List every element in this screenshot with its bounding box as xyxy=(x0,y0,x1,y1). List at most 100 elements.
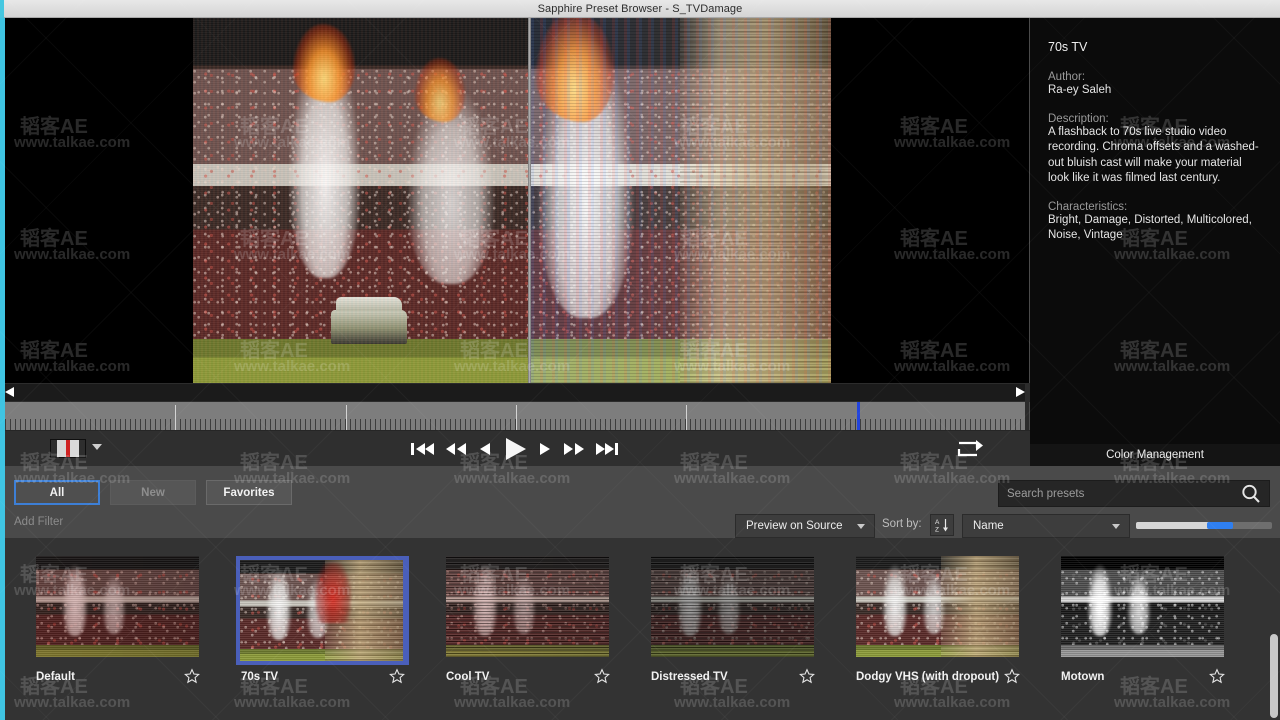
preset-grid: Default 70s TV Cool TV Distressed TV Dodgy V… xyxy=(0,538,1280,720)
filter-tab-new[interactable]: New xyxy=(110,480,196,505)
search-input[interactable] xyxy=(999,487,1239,500)
filter-tab-favorites[interactable]: Favorites xyxy=(206,480,292,505)
step-forward-icon xyxy=(540,443,551,455)
scrub-right-arrow-icon[interactable] xyxy=(1016,387,1025,397)
info-characteristics-label: Characteristics: xyxy=(1048,200,1128,213)
preset-thumbnail[interactable] xyxy=(36,556,199,657)
preset-info-panel: 70s TV Author: Ra-ey Saleh Description: … xyxy=(1030,18,1280,466)
timeline-major-marker xyxy=(345,405,347,430)
preview-stage xyxy=(193,18,831,383)
preset-thumbnail-frame[interactable] xyxy=(651,556,818,657)
play-icon xyxy=(505,438,526,460)
skip-to-end-icon xyxy=(595,443,618,455)
step-back-icon xyxy=(479,443,490,455)
search-presets-field[interactable] xyxy=(998,480,1270,507)
grid-scrollbar[interactable] xyxy=(1270,634,1278,718)
window-edge-accent xyxy=(0,0,4,18)
timeline-ticks xyxy=(5,419,1025,430)
info-author-label: Author: xyxy=(1048,71,1086,83)
chevron-down-icon xyxy=(1112,523,1120,529)
favorite-star-icon[interactable] xyxy=(594,668,610,684)
preset-name-label: Default xyxy=(36,671,75,683)
preset-thumbnail-frame[interactable] xyxy=(36,556,203,657)
loop-icon xyxy=(957,440,983,457)
preview-source-half xyxy=(193,18,528,383)
rewind-icon xyxy=(446,443,467,455)
svg-text:Z: Z xyxy=(935,527,939,534)
preset-thumbnail-frame[interactable] xyxy=(856,556,1023,657)
preset-cell[interactable]: Motown xyxy=(1061,556,1228,684)
filter-tab-label: All xyxy=(49,486,65,499)
preset-cell[interactable]: Default xyxy=(36,556,203,684)
preset-thumbnail[interactable] xyxy=(856,556,1019,657)
info-description-value: A flashback to 70s live studio video rec… xyxy=(1048,125,1259,185)
timeline-major-marker xyxy=(516,405,518,430)
fast-forward-button[interactable] xyxy=(561,440,587,458)
info-characteristics-block: Characteristics: Bright, Damage, Distort… xyxy=(1048,201,1262,244)
preview-channel-swatch[interactable] xyxy=(50,439,86,458)
sort-field-label: Name xyxy=(973,520,1004,532)
step-forward-button[interactable] xyxy=(537,440,553,458)
timeline-major-marker xyxy=(175,405,177,430)
favorite-star-icon[interactable] xyxy=(184,668,200,684)
preset-name-label: Dodgy VHS (with dropout) xyxy=(856,671,1000,683)
info-author-value: Ra-ey Saleh xyxy=(1048,84,1112,96)
window-title: Sapphire Preset Browser - S_TVDamage xyxy=(537,2,743,15)
scrubber-track[interactable] xyxy=(5,384,1025,401)
left-edge-accent-strip xyxy=(0,18,5,720)
preview-split-divider[interactable] xyxy=(528,18,531,383)
timeline-playhead[interactable] xyxy=(856,402,860,430)
timeline-ruler[interactable] xyxy=(5,402,1025,430)
play-button[interactable] xyxy=(500,435,530,463)
sort-az-icon: A Z xyxy=(935,519,948,534)
favorite-star-icon[interactable] xyxy=(389,668,405,684)
preset-cell[interactable]: Dodgy VHS (with dropout) xyxy=(856,556,1023,684)
preset-thumbnail[interactable] xyxy=(446,556,609,657)
skip-to-start-button[interactable] xyxy=(410,440,436,458)
info-characteristics-value: Bright, Damage, Distorted, Multicolored,… xyxy=(1048,213,1252,242)
svg-text:A: A xyxy=(935,519,940,526)
filter-tabs: All New Favorites xyxy=(14,480,292,505)
transport-bar xyxy=(0,430,1030,466)
chevron-down-icon[interactable] xyxy=(92,444,102,450)
preset-cell[interactable]: Cool TV xyxy=(446,556,613,684)
color-management-button[interactable]: Color Management xyxy=(1030,444,1280,466)
preset-thumbnail-frame[interactable] xyxy=(236,556,409,665)
preview-mode-label: Preview on Source xyxy=(746,520,843,532)
preset-thumbnail-frame[interactable] xyxy=(446,556,613,657)
preview-letterbox-left xyxy=(0,18,193,383)
thumbnail-size-slider[interactable] xyxy=(1136,522,1272,529)
favorite-star-icon[interactable] xyxy=(1004,668,1020,684)
preset-name-label: Cool TV xyxy=(446,671,490,683)
scrub-left-arrow-icon[interactable] xyxy=(5,387,14,397)
preset-thumbnail[interactable] xyxy=(1061,556,1224,657)
search-icon[interactable] xyxy=(1239,482,1263,506)
filter-tab-label: Favorites xyxy=(223,486,275,499)
sort-field-dropdown[interactable]: Name xyxy=(962,514,1130,538)
preset-cell[interactable]: Distressed TV xyxy=(651,556,818,684)
favorite-star-icon[interactable] xyxy=(799,668,815,684)
loop-button[interactable] xyxy=(952,439,986,459)
sort-by-label: Sort by: xyxy=(882,518,922,530)
transport-controls xyxy=(410,431,620,467)
filter-tab-all[interactable]: All xyxy=(14,480,100,505)
sort-order-button[interactable]: A Z xyxy=(930,514,954,536)
preview-mode-dropdown[interactable]: Preview on Source xyxy=(735,514,875,538)
color-management-label: Color Management xyxy=(1106,449,1204,461)
rewind-button[interactable] xyxy=(443,440,469,458)
window-title-bar: Sapphire Preset Browser - S_TVDamage xyxy=(0,0,1280,18)
preset-thumbnail-frame[interactable] xyxy=(1061,556,1228,657)
scrubber-bar[interactable] xyxy=(0,383,1030,402)
info-preset-name: 70s TV xyxy=(1048,40,1088,54)
filter-tab-label: New xyxy=(141,486,165,499)
preview-viewer[interactable] xyxy=(0,18,1030,383)
preset-thumbnail[interactable] xyxy=(651,556,814,657)
chevron-down-icon xyxy=(857,523,865,529)
preset-cell[interactable]: 70s TV xyxy=(236,556,409,684)
info-description-label: Description: xyxy=(1048,112,1109,125)
favorite-star-icon[interactable] xyxy=(1209,668,1225,684)
slider-knob[interactable] xyxy=(1206,522,1233,529)
step-back-button[interactable] xyxy=(477,440,493,458)
preset-thumbnail[interactable] xyxy=(240,560,403,661)
skip-to-end-button[interactable] xyxy=(594,440,620,458)
